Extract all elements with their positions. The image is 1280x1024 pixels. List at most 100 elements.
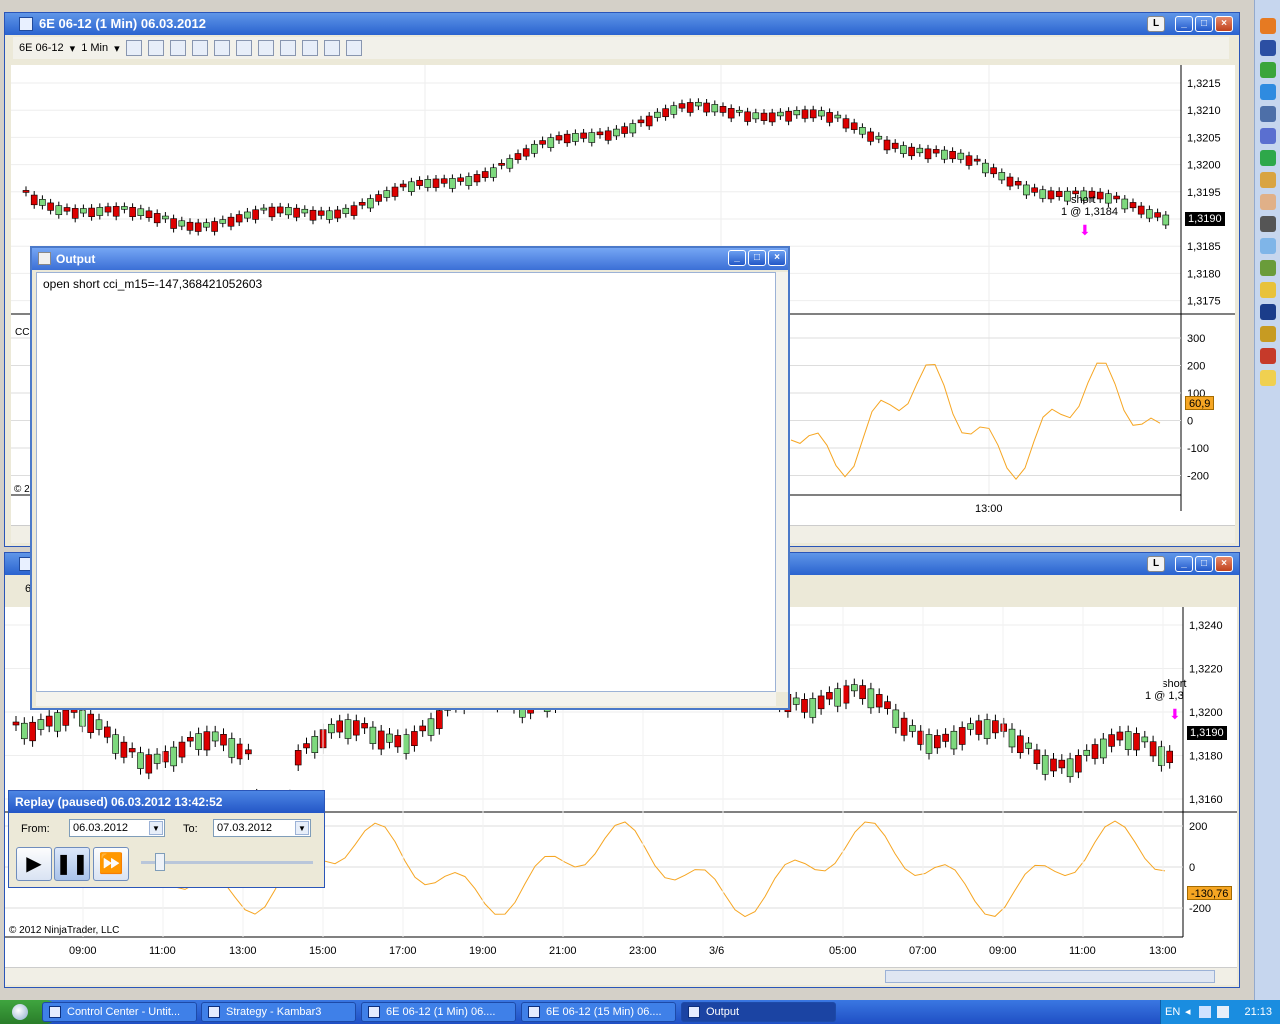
- dropdown-arrow-icon[interactable]: ▼: [295, 821, 309, 835]
- minimize-button[interactable]: _: [1175, 16, 1193, 32]
- data-box-icon[interactable]: [301, 40, 318, 56]
- output-horizontal-scrollbar[interactable]: [36, 692, 776, 706]
- globe-icon[interactable]: [1260, 128, 1276, 144]
- 3d-icon[interactable]: [1260, 216, 1276, 232]
- candle-body: [1141, 736, 1149, 743]
- candle-body: [317, 210, 325, 216]
- cursor-icon[interactable]: [213, 40, 230, 56]
- dropdown-arrow-icon[interactable]: ▾: [70, 42, 76, 55]
- bottom-horizontal-scrollbar[interactable]: [5, 967, 1237, 985]
- editor-icon[interactable]: [1260, 282, 1276, 298]
- candle-body: [178, 741, 186, 758]
- candle-body: [801, 109, 809, 119]
- candle-body: [1014, 181, 1022, 186]
- link-button[interactable]: L: [1147, 16, 1165, 32]
- cci-line: [790, 362, 1161, 480]
- from-date-picker[interactable]: 06.03.2012 ▼: [69, 819, 165, 837]
- price-tick-label: 1,3185: [1187, 241, 1221, 253]
- task-chart-1min[interactable]: 6E 06-12 (1 Min) 06....: [361, 1002, 516, 1022]
- candle-body: [128, 748, 136, 753]
- ie-icon[interactable]: [1260, 84, 1276, 100]
- tools-icon[interactable]: [1260, 172, 1276, 188]
- save-icon[interactable]: [1260, 40, 1276, 56]
- candle-body: [481, 171, 489, 178]
- top-chart-titlebar[interactable]: 6E 06-12 (1 Min) 06.03.2012 L _ □ ×: [5, 13, 1239, 35]
- close-button[interactable]: ×: [1215, 556, 1233, 572]
- chart-window-icon: [19, 17, 33, 31]
- candle-body: [194, 222, 202, 232]
- instrument-selector[interactable]: 6E 06-12: [19, 42, 64, 54]
- volume-tray-icon[interactable]: [1217, 1006, 1229, 1018]
- signal-label: short: [1162, 678, 1186, 690]
- candle-body: [383, 190, 391, 198]
- candle-body: [294, 750, 302, 766]
- candle-body: [957, 152, 965, 160]
- chart-style-icon[interactable]: [125, 40, 142, 56]
- time-tick-label: 15:00: [309, 945, 337, 957]
- replay-speed-slider-track[interactable]: [141, 861, 313, 864]
- strategies-icon[interactable]: [279, 40, 296, 56]
- candle-body: [186, 221, 194, 231]
- output-title: Output: [56, 252, 96, 266]
- zoom-in-icon[interactable]: [169, 40, 186, 56]
- task-strategy[interactable]: Strategy - Kambar3: [201, 1002, 356, 1022]
- folder-icon[interactable]: [1260, 370, 1276, 386]
- to-date-picker[interactable]: 07.03.2012 ▼: [213, 819, 311, 837]
- plugin-icon[interactable]: [1260, 260, 1276, 276]
- play-button[interactable]: ▶: [16, 847, 52, 881]
- tray-arrow-icon[interactable]: ◂: [1185, 1000, 1191, 1024]
- drawing-tool-icon[interactable]: [147, 40, 164, 56]
- close-button[interactable]: ×: [1215, 16, 1233, 32]
- photoshop-icon[interactable]: [1260, 304, 1276, 320]
- link-button[interactable]: L: [1147, 556, 1165, 572]
- monitor-icon[interactable]: [1260, 106, 1276, 122]
- minimize-button[interactable]: _: [1175, 556, 1193, 572]
- task-control-center[interactable]: Control Center - Untit...: [42, 1002, 197, 1022]
- candle-body: [777, 111, 784, 117]
- network-icon[interactable]: [1260, 238, 1276, 254]
- scroll-thumb[interactable]: [885, 970, 1215, 983]
- candle-body: [55, 205, 63, 216]
- candle-body: [941, 149, 948, 160]
- zoom-out-icon[interactable]: [191, 40, 208, 56]
- firefox-icon[interactable]: [1260, 18, 1276, 34]
- network-tray-icon[interactable]: [1199, 1006, 1211, 1018]
- output-titlebar[interactable]: Output _ □ ×: [32, 248, 788, 270]
- magnifier-icon[interactable]: [235, 40, 252, 56]
- replay-speed-slider-thumb[interactable]: [155, 853, 165, 871]
- dropdown-arrow-icon[interactable]: ▼: [149, 821, 163, 835]
- candle-body: [1016, 735, 1024, 754]
- task-output[interactable]: Output: [681, 1002, 836, 1022]
- output-vertical-scrollbar[interactable]: [776, 272, 788, 692]
- dollar-icon[interactable]: [323, 40, 340, 56]
- maximize-button[interactable]: □: [1195, 556, 1213, 572]
- wave-icon[interactable]: [1260, 348, 1276, 364]
- maximize-button[interactable]: □: [748, 250, 766, 266]
- time-tick-label: 3/6: [709, 945, 724, 957]
- properties-icon[interactable]: [345, 40, 362, 56]
- task-chart-15min[interactable]: 6E 06-12 (15 Min) 06....: [521, 1002, 676, 1022]
- language-indicator[interactable]: EN: [1165, 1000, 1180, 1024]
- utorrent-icon[interactable]: [1260, 62, 1276, 78]
- badge-icon[interactable]: [1260, 326, 1276, 342]
- close-button[interactable]: ×: [768, 250, 786, 266]
- indicators-icon[interactable]: [257, 40, 274, 56]
- dropdown-arrow-icon[interactable]: ▾: [114, 42, 120, 55]
- pause-button[interactable]: ❚❚: [54, 847, 90, 881]
- price-tick-label: 1,3180: [1189, 751, 1223, 763]
- candle-body: [95, 719, 103, 730]
- replay-title[interactable]: Replay (paused) 06.03.2012 13:42:52: [9, 791, 324, 813]
- output-text-area[interactable]: open short cci_m15=-147,368421052603: [36, 272, 776, 692]
- candle-body: [252, 209, 259, 220]
- candle-body: [1116, 731, 1124, 741]
- interval-selector[interactable]: 1 Min: [81, 42, 108, 54]
- candle-body: [793, 110, 801, 116]
- candle-body: [555, 135, 563, 141]
- minimize-button[interactable]: _: [728, 250, 746, 266]
- maximize-button[interactable]: □: [1195, 16, 1213, 32]
- green-app-icon[interactable]: [1260, 150, 1276, 166]
- candle-body: [768, 112, 776, 123]
- brush-icon[interactable]: [1260, 194, 1276, 210]
- fast-forward-button[interactable]: ⏩: [93, 847, 129, 881]
- price-tick-label: 1,3160: [1189, 794, 1223, 806]
